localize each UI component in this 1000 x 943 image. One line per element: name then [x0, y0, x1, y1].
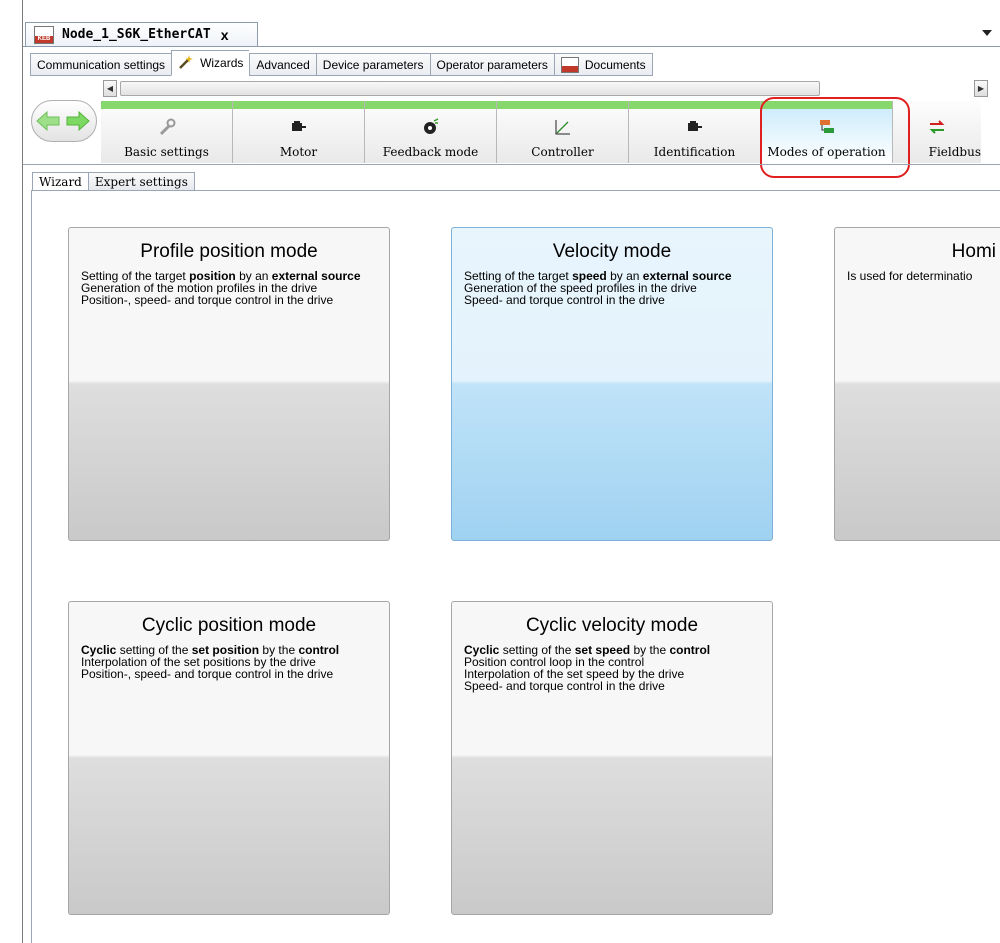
step-controller[interactable]: Controller	[497, 101, 629, 163]
mode-title: Velocity mode	[552, 241, 672, 262]
curve-icon	[497, 118, 628, 136]
step-label: Basic settings	[124, 145, 209, 159]
tab-label: Wizard	[39, 174, 82, 189]
tab-expert-settings[interactable]: Expert settings	[87, 172, 195, 191]
step-feedback-mode[interactable]: Feedback mode	[365, 101, 497, 163]
step-progress-bar	[629, 101, 760, 109]
mode-description: Cyclic setting of the set position by th…	[81, 644, 389, 680]
scroll-right-icon[interactable]: ▶	[974, 80, 988, 97]
tab-operator-parameters[interactable]: Operator parameters	[429, 53, 554, 76]
close-icon[interactable]: x	[221, 27, 229, 43]
wand-icon	[178, 54, 194, 73]
back-arrow-icon[interactable]	[36, 110, 60, 132]
mode-card-homing[interactable]: Homi Is used for determinatio	[834, 227, 1000, 541]
forward-arrow-icon[interactable]	[66, 110, 90, 132]
mode-description: Is used for determinatio	[847, 270, 1000, 282]
mode-card-profile-position[interactable]: Profile position mode Setting of the tar…	[68, 227, 390, 541]
step-label: Identification	[653, 145, 736, 159]
tab-label: Wizards	[200, 56, 244, 70]
sub-tabs: Wizard Expert settings	[32, 172, 195, 191]
steps-scrollbar[interactable]: ◀ ▶	[103, 80, 988, 97]
tab-wizard[interactable]: Wizard	[32, 172, 88, 191]
wizard-nav-buttons	[31, 100, 97, 142]
modes-panel: Profile position mode Setting of the tar…	[31, 190, 1000, 943]
step-motor[interactable]: Motor	[233, 101, 365, 163]
mode-description: Setting of the target position by an ext…	[81, 270, 389, 306]
text: Speed- and torque control in the drive	[464, 293, 665, 307]
step-progress-bar	[365, 101, 496, 109]
tab-divider	[23, 46, 1000, 47]
tab-documents[interactable]: Documents	[553, 53, 653, 76]
text: Speed- and torque control in the drive	[464, 679, 665, 693]
encoder-icon	[365, 118, 496, 136]
step-label: Feedback mode	[382, 145, 479, 159]
mode-title: Profile position mode	[140, 241, 318, 262]
keb-device-icon: KEB	[34, 25, 54, 44]
text: Is used for determinatio	[847, 269, 973, 283]
tab-label: Expert settings	[94, 174, 188, 189]
mode-title: Homi	[951, 241, 996, 262]
tab-label: Device parameters	[322, 57, 424, 72]
tab-communication-settings[interactable]: Communication settings	[30, 53, 172, 76]
tab-device-parameters[interactable]: Device parameters	[315, 53, 430, 76]
tab-advanced[interactable]: Advanced	[249, 53, 316, 76]
mode-card-cyclic-velocity[interactable]: Cyclic velocity mode Cyclic setting of t…	[451, 601, 773, 915]
step-basic-settings[interactable]: Basic settings	[101, 101, 233, 163]
step-label: Motor	[279, 145, 318, 159]
motor-icon	[233, 118, 364, 136]
step-identification[interactable]: Identification	[629, 101, 761, 163]
mode-title: Cyclic velocity mode	[525, 615, 699, 636]
step-progress-bar	[497, 101, 628, 109]
motor-icon	[629, 118, 760, 136]
tab-label: Documents	[584, 57, 646, 72]
document-title: Node_1_S6K_EtherCAT	[62, 27, 211, 42]
mode-card-cyclic-position[interactable]: Cyclic position mode Cyclic setting of t…	[68, 601, 390, 915]
scroll-thumb[interactable]	[120, 81, 820, 96]
scroll-left-icon[interactable]: ◀	[103, 80, 117, 97]
editor-tabs: Communication settings Wizards Advanced …	[30, 50, 653, 76]
highlight-annotation	[760, 97, 910, 178]
text: control	[669, 643, 711, 657]
steps-divider	[23, 164, 1000, 165]
mode-description: Setting of the target speed by an extern…	[464, 270, 772, 306]
chevron-down-icon[interactable]	[982, 30, 992, 36]
text: Position-, speed- and torque control in …	[81, 293, 334, 307]
tab-label: Operator parameters	[436, 57, 548, 72]
wrench-icon	[101, 118, 232, 136]
step-label: Controller	[531, 145, 594, 159]
mode-card-velocity[interactable]: Velocity mode Setting of the target spee…	[451, 227, 773, 541]
keb-document-icon	[560, 56, 579, 73]
step-progress-bar	[101, 101, 232, 109]
tab-wizards[interactable]: Wizards	[171, 50, 250, 76]
text: Position-, speed- and torque control in …	[81, 667, 334, 681]
mode-title: Cyclic position mode	[141, 615, 317, 636]
tab-label: Communication settings	[37, 57, 166, 72]
step-progress-bar	[233, 101, 364, 109]
document-tab[interactable]: KEB Node_1_S6K_EtherCAT x	[25, 22, 258, 46]
mode-description: Cyclic setting of the set speed by the c…	[464, 644, 772, 692]
tab-label: Advanced	[256, 57, 310, 72]
